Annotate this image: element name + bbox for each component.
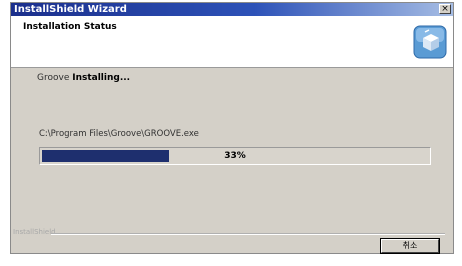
installer-window: InstallShield Wizard × Installation Stat… — [10, 2, 454, 254]
header-panel: Installation Status — [11, 16, 453, 68]
title-bar[interactable]: InstallShield Wizard × — [11, 3, 453, 16]
footer-brand: InstallShield — [13, 228, 56, 236]
cancel-button[interactable]: 취소 — [380, 238, 440, 254]
window-title: InstallShield Wizard — [14, 4, 127, 15]
progress-percent: 33% — [224, 151, 246, 161]
close-button[interactable]: × — [439, 4, 451, 14]
current-file-path: C:\Program Files\Groove\GROOVE.exe — [39, 129, 199, 139]
status-action: Installing... — [72, 73, 131, 83]
progress-bar: 33% — [39, 147, 431, 165]
product-name: Groove — [37, 73, 70, 83]
close-icon: × — [441, 4, 449, 14]
status-line: Groove Installing... — [37, 73, 130, 83]
installer-box-icon — [413, 25, 447, 59]
footer-divider — [51, 233, 445, 235]
page-title: Installation Status — [23, 22, 117, 32]
